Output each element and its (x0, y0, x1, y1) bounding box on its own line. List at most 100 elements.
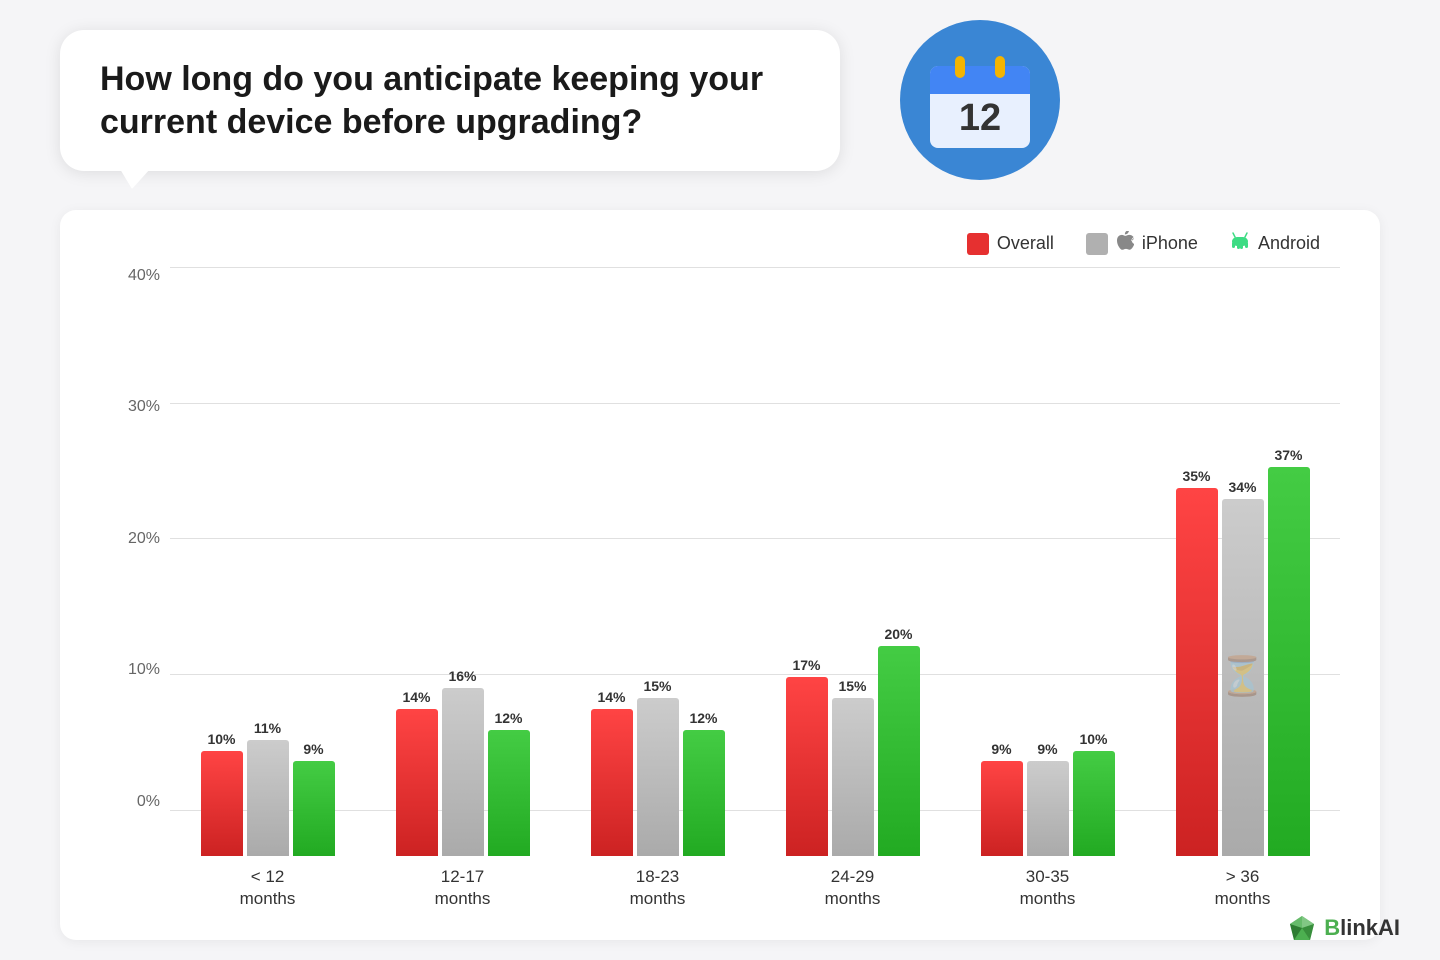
bar-group: 35% 34% ⏳ 37% (1145, 447, 1340, 856)
legend-overall-label: Overall (997, 233, 1054, 254)
bar (1073, 751, 1115, 856)
bar-wrapper: 14% (396, 689, 438, 856)
bar-wrapper: 10% (1073, 731, 1115, 856)
legend-iphone-label: iPhone (1142, 233, 1198, 254)
bar-wrapper: 9% (981, 741, 1023, 856)
bar (396, 709, 438, 856)
x-axis-label: 12-17months (365, 866, 560, 910)
x-axis-label: 24-29months (755, 866, 950, 910)
y-axis-label: 40% (120, 267, 160, 285)
bar-wrapper: 12% (488, 710, 530, 856)
bar (832, 698, 874, 856)
legend-android: Android (1230, 230, 1320, 257)
blinkai-rest: linkAI (1340, 915, 1400, 940)
bar-wrapper: 9% (1027, 741, 1069, 856)
blinkai-b: B (1324, 915, 1340, 940)
svg-text:12: 12 (959, 97, 1001, 139)
bar-group: 17% 15% 20% (755, 626, 950, 856)
bar-value-label: 9% (1037, 741, 1057, 757)
bar-wrapper: 10% (201, 731, 243, 856)
bar-value-label: 10% (1079, 731, 1107, 747)
y-axis: 0% 10% 20% 30% 40% (120, 267, 170, 856)
x-axis-label: 30-35months (950, 866, 1145, 910)
chart-plot: 10%11%9%14%16%12%14%15%12%17%15%20%9%9%1… (170, 267, 1340, 856)
bar-value-label: 9% (991, 741, 1011, 757)
bar-wrapper: 17% (786, 657, 828, 856)
y-axis-label: 20% (120, 530, 160, 548)
question-text: How long do you anticipate keeping your … (100, 58, 800, 143)
bar-value-label: 9% (303, 741, 323, 757)
hourglass-overlay: ⏳ (1219, 658, 1266, 696)
chart-container: Overall iPhone (60, 210, 1380, 940)
y-axis-label: 10% (120, 661, 160, 679)
bar-value-label: 12% (494, 710, 522, 726)
bar-value-label: 16% (448, 668, 476, 684)
bar (1268, 467, 1310, 856)
bar (1027, 761, 1069, 856)
apple-icon (1116, 231, 1134, 256)
bar-value-label: 37% (1274, 447, 1302, 463)
bar (442, 688, 484, 856)
bar-wrapper: 11% (247, 720, 289, 856)
android-icon (1230, 230, 1250, 257)
legend-swatch-iphone (1086, 233, 1108, 255)
bar-wrapper: 9% (293, 741, 335, 856)
bar-value-label: 15% (643, 678, 671, 694)
y-axis-label: 0% (120, 793, 160, 811)
bar-wrapper: 34% ⏳ (1222, 479, 1264, 856)
bar-value-label: 14% (402, 689, 430, 705)
bar (683, 730, 725, 856)
bar-value-label: 20% (884, 626, 912, 642)
x-axis-label: < 12months (170, 866, 365, 910)
x-axis-label: > 36months (1145, 866, 1340, 910)
bar (786, 677, 828, 856)
bar (878, 646, 920, 856)
x-axis: < 12months12-17months18-23months24-29mon… (120, 856, 1340, 910)
y-axis-label: 30% (120, 398, 160, 416)
blinkai-logo (1288, 914, 1316, 942)
bar-value-label: 10% (207, 731, 235, 747)
bar-group: 10% 11% 9% (170, 720, 365, 856)
calendar-icon-container: 12 (900, 20, 1060, 180)
legend-swatch-overall (967, 233, 989, 255)
bar-wrapper: 16% (442, 668, 484, 856)
bar-value-label: 14% (597, 689, 625, 705)
blinkai-brand: BlinkAI (1288, 914, 1400, 942)
bar (591, 709, 633, 856)
bar-group: 9% 9% 10% (950, 731, 1145, 856)
bar-wrapper: 37% (1268, 447, 1310, 856)
bar (981, 761, 1023, 856)
bar (247, 740, 289, 856)
bar-value-label: 11% (254, 720, 281, 736)
bar (488, 730, 530, 856)
x-axis-label: 18-23months (560, 866, 755, 910)
bar-value-label: 35% (1182, 468, 1210, 484)
bar: ⏳ (1222, 499, 1264, 856)
legend-iphone: iPhone (1086, 231, 1198, 256)
legend-overall: Overall (967, 233, 1054, 255)
bar-wrapper: 20% (878, 626, 920, 856)
chart-area: 0% 10% 20% 30% 40% 10% 11% 9% 14% 16% 12% 14% 15% 12… (120, 267, 1340, 856)
bar-group: 14% 16% 12% (365, 668, 560, 856)
calendar-icon: 12 (925, 48, 1035, 153)
question-bubble: How long do you anticipate keeping your … (60, 30, 840, 171)
legend: Overall iPhone (120, 230, 1340, 257)
bar-value-label: 34% (1228, 479, 1256, 495)
legend-android-label: Android (1258, 233, 1320, 254)
bar-value-label: 15% (838, 678, 866, 694)
bar (201, 751, 243, 856)
bar-value-label: 12% (689, 710, 717, 726)
bar-wrapper: 14% (591, 689, 633, 856)
bar (1176, 488, 1218, 856)
bar-wrapper: 12% (683, 710, 725, 856)
bar-wrapper: 15% (832, 678, 874, 856)
bars-area: 10%11%9%14%16%12%14%15%12%17%15%20%9%9%1… (170, 267, 1340, 856)
bar (637, 698, 679, 856)
bar-wrapper: 35% (1176, 468, 1218, 856)
blinkai-text: BlinkAI (1324, 915, 1400, 941)
header-area: How long do you anticipate keeping your … (60, 30, 1380, 190)
bar-group: 14% 15% 12% (560, 678, 755, 856)
bar-wrapper: 15% (637, 678, 679, 856)
bar (293, 761, 335, 856)
bar-value-label: 17% (792, 657, 820, 673)
